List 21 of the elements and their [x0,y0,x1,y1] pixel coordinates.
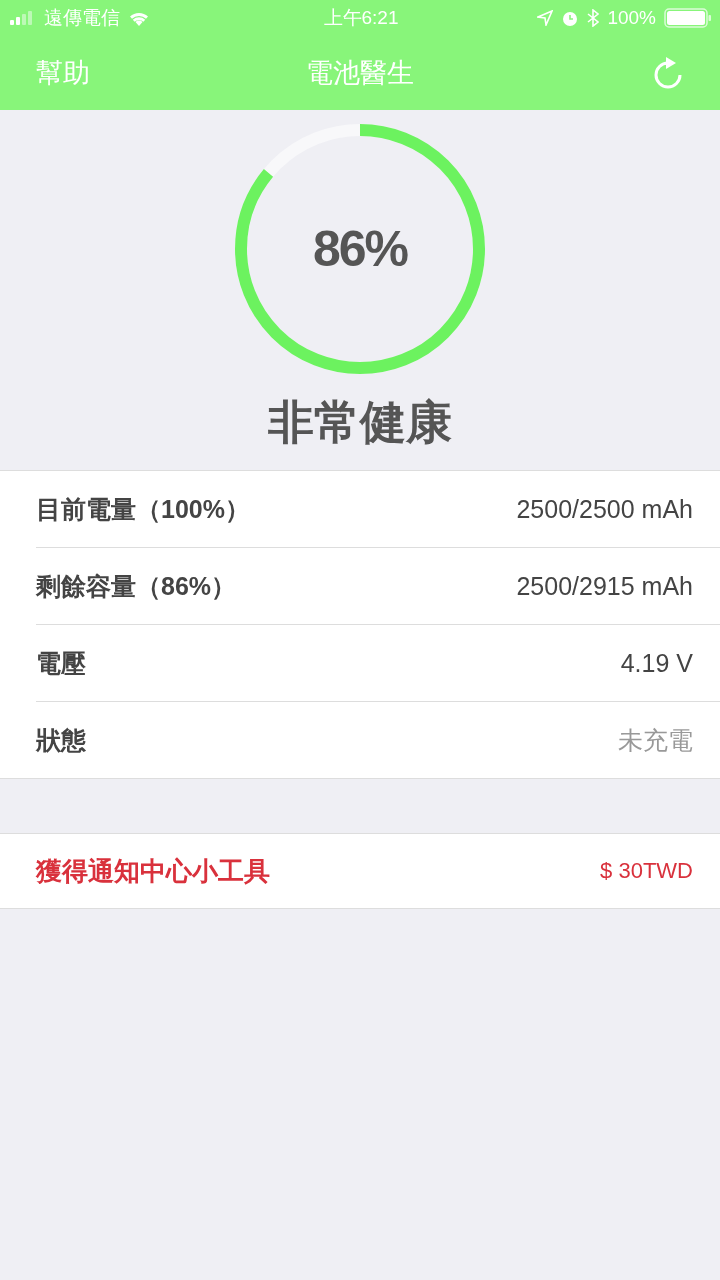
alarm-icon [561,9,580,27]
row-label: 目前電量（100%） [36,493,250,525]
row-label: 剩餘容量（86%） [36,570,237,602]
row-label: 電壓 [36,647,86,679]
wifi-icon [128,10,150,26]
battery-icon [664,8,712,28]
row-label: 狀態 [36,724,86,756]
row-value: 4.19 V [620,648,693,678]
refresh-icon[interactable] [652,56,684,90]
row-value: 未充電 [618,724,693,756]
nav-title: 電池醫生 [306,57,414,90]
row-value: 2500/2500 mAh [516,494,693,524]
health-percent: 86% [312,220,408,278]
row-value: 2500/2915 mAh [516,571,693,601]
widget-purchase-row[interactable]: 獲得通知中心小工具 $ 30TWD [0,833,720,909]
health-verdict: 非常健康 [268,395,452,450]
battery-percent: 100% [607,7,656,29]
location-icon [537,10,554,26]
bluetooth-icon [587,9,600,27]
carrier-name: 遠傳電信 [44,6,120,30]
clock: 上午6:21 [323,6,399,30]
